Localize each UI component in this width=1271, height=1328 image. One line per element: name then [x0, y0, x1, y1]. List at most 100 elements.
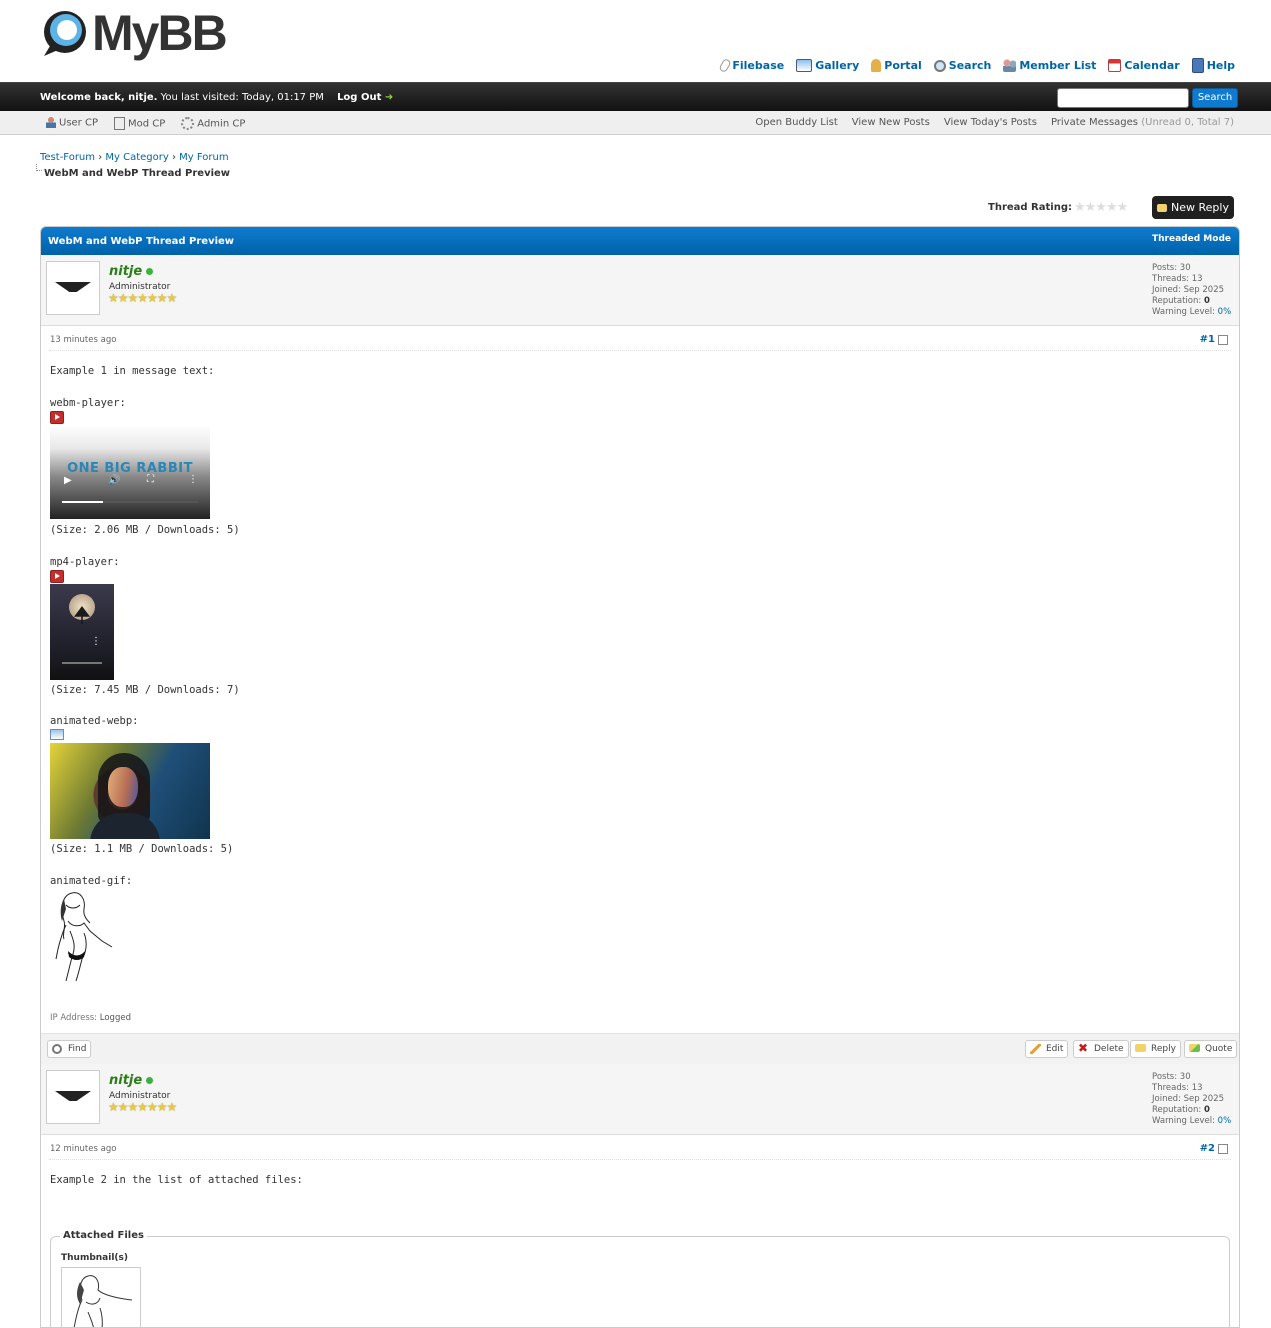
breadcrumb-test-forum[interactable]: Test-Forum: [40, 152, 95, 163]
toplink-memberlist[interactable]: Member List: [1003, 58, 1096, 73]
quote-button[interactable]: Quote: [1184, 1040, 1238, 1058]
gear-icon: [181, 117, 195, 130]
post-select-checkbox[interactable]: [1218, 1144, 1228, 1154]
delete-button[interactable]: ✖ Delete: [1073, 1040, 1129, 1058]
delete-label: Delete: [1094, 1044, 1124, 1054]
rating-stars[interactable]: ★★★★★: [1074, 200, 1128, 215]
gif-label: animated-gif:: [50, 875, 133, 887]
stat-label: Reputation:: [1152, 1105, 1202, 1115]
breadcrumb: Test-Forum › My Category › My Forum: [40, 152, 229, 163]
find-button[interactable]: Find: [47, 1040, 92, 1058]
video-file-icon: [50, 570, 64, 583]
toplink-label: Portal: [884, 59, 922, 72]
toplink-help[interactable]: Help: [1191, 58, 1235, 73]
more-options-icon[interactable]: ⋮: [188, 474, 198, 485]
video-progress-bar[interactable]: [62, 662, 102, 664]
thread-header: WebM and WebP Thread Preview Threaded Mo…: [41, 227, 1239, 255]
stat-warning-level[interactable]: 0%: [1218, 1116, 1232, 1126]
mp4-video-player[interactable]: ⋮: [50, 584, 114, 680]
avatar[interactable]: [46, 1070, 100, 1124]
admin-cp-link[interactable]: Admin CP: [181, 117, 245, 130]
avatar[interactable]: [46, 261, 100, 315]
private-messages-link[interactable]: Private Messages (Unread 0, Total 7): [1051, 117, 1234, 128]
stat-label: Warning Level:: [1152, 1116, 1215, 1126]
reply-button[interactable]: Reply: [1130, 1040, 1181, 1058]
mybb-logo[interactable]: MyBB: [40, 8, 228, 58]
volume-icon[interactable]: 🔊: [108, 475, 120, 486]
username-link[interactable]: nitje: [109, 1073, 154, 1088]
breadcrumb-separator: ›: [171, 152, 176, 163]
mp4-label: mp4-player:: [50, 556, 120, 568]
new-reply-label: New Reply: [1171, 201, 1229, 214]
user-cp-link[interactable]: User CP: [46, 117, 98, 130]
toplink-filebase[interactable]: Filebase: [718, 57, 784, 74]
user-cp-label: User CP: [59, 117, 98, 129]
online-status-icon: [146, 1077, 154, 1084]
play-icon[interactable]: ▶: [64, 475, 72, 486]
clipboard-icon: [113, 117, 125, 130]
breadcrumb-my-category[interactable]: My Category: [105, 152, 168, 163]
webm-video-player[interactable]: ONE BIG RABBIT ▶ 🔊 ⛶ ⋮: [50, 425, 210, 519]
toplink-label: Gallery: [815, 59, 860, 72]
animated-gif-image[interactable]: [50, 887, 118, 983]
post-number-link[interactable]: #1: [1200, 334, 1215, 345]
reply-bubble-icon: [1157, 204, 1168, 212]
magnifier-icon: [52, 1044, 62, 1054]
toplink-label: Member List: [1019, 59, 1097, 72]
stat-reputation[interactable]: 0: [1204, 296, 1210, 306]
search-input[interactable]: [1057, 88, 1189, 108]
delete-x-icon: ✖: [1078, 1041, 1089, 1055]
mod-cp-label: Mod CP: [127, 118, 166, 130]
toplink-label: Search: [948, 59, 992, 72]
quote-label: Quote: [1205, 1044, 1233, 1054]
header: MyBB Filebase Gallery Portal Search Memb…: [0, 0, 1271, 82]
toplink-gallery[interactable]: Gallery: [796, 58, 859, 73]
quote-bubble-icon: [1189, 1044, 1200, 1052]
webm-size: (Size: 2.06 MB / Downloads: 5): [50, 524, 240, 536]
fullscreen-icon[interactable]: ⛶: [147, 474, 154, 485]
user-links: Open Buddy List View New Posts View Toda…: [755, 117, 1234, 128]
logout-link[interactable]: Log Out ➜: [337, 92, 393, 103]
stat-reputation[interactable]: 0: [1204, 1105, 1210, 1115]
toplink-label: Help: [1206, 59, 1235, 72]
mod-cp-link[interactable]: Mod CP: [113, 117, 166, 130]
toplink-portal[interactable]: Portal: [871, 58, 922, 73]
edit-button[interactable]: Edit: [1025, 1040, 1069, 1058]
search-button[interactable]: Search: [1192, 88, 1238, 108]
video-progress-bar[interactable]: [62, 501, 198, 503]
pencil-icon: [1030, 1044, 1041, 1054]
attachment-thumbnail[interactable]: [61, 1267, 141, 1328]
todays-posts-link[interactable]: View Today's Posts: [944, 117, 1037, 128]
post-number-link[interactable]: #2: [1200, 1143, 1215, 1154]
buddy-list-link[interactable]: Open Buddy List: [755, 117, 837, 128]
edit-label: Edit: [1046, 1044, 1064, 1054]
mp4-size: (Size: 7.45 MB / Downloads: 7): [50, 684, 240, 696]
cp-links: User CP Mod CP Admin CP: [46, 117, 245, 130]
post-text: Example 1 in message text:: [50, 365, 215, 377]
reply-bubble-icon: [1135, 1044, 1146, 1052]
attached-files-legend: Attached Files: [60, 1230, 147, 1241]
username-link[interactable]: nitje: [109, 264, 154, 279]
portrait-face: [108, 767, 138, 807]
toplink-search[interactable]: Search: [933, 58, 992, 73]
pm-label: Private Messages: [1050, 117, 1139, 128]
breadcrumb-my-forum[interactable]: My Forum: [179, 152, 228, 163]
post-text: Example 2 in the list of attached files:: [50, 1174, 303, 1186]
picture-icon: [796, 59, 813, 72]
magnifier-icon: [933, 59, 946, 72]
username: nitje: [109, 1073, 143, 1088]
threaded-mode-link[interactable]: Threaded Mode: [1152, 234, 1231, 244]
more-options-icon[interactable]: ⋮: [91, 636, 101, 647]
toplink-calendar[interactable]: Calendar: [1108, 58, 1180, 73]
stat-label: Warning Level:: [1152, 307, 1215, 317]
animated-webp-image[interactable]: [50, 743, 210, 839]
speech-bubble-logo-icon: [44, 11, 86, 56]
new-posts-link[interactable]: View New Posts: [852, 117, 930, 128]
panel-links: User CP Mod CP Admin CP Open Buddy List …: [0, 111, 1271, 135]
new-reply-button[interactable]: New Reply: [1152, 196, 1234, 219]
post-select-checkbox[interactable]: [1218, 335, 1228, 345]
top-links: Filebase Gallery Portal Search Member Li…: [718, 57, 1235, 74]
thread-title: WebM and WebP Thread Preview: [48, 236, 235, 247]
stat-warning-level[interactable]: 0%: [1218, 307, 1232, 317]
emblem-icon: [55, 282, 91, 292]
